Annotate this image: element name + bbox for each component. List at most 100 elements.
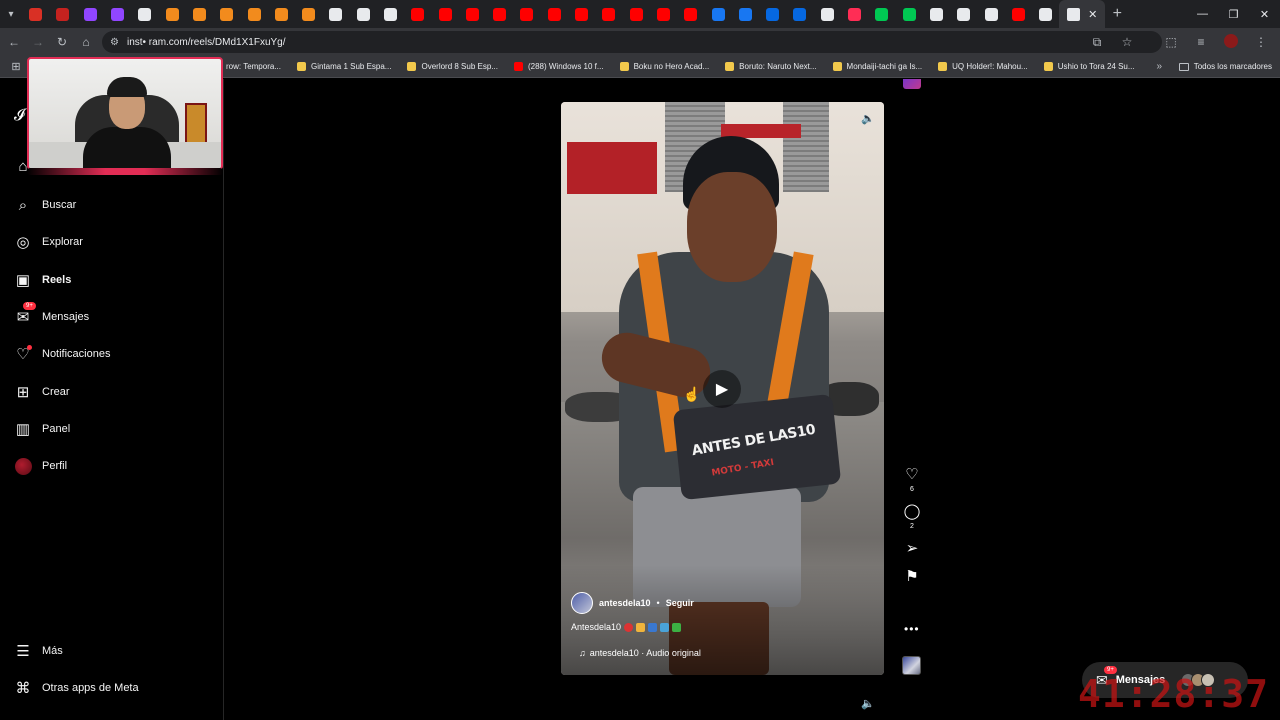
browser-tab[interactable] [896, 0, 923, 28]
browser-tab[interactable] [322, 0, 349, 28]
browser-tab[interactable] [486, 0, 513, 28]
forward-icon[interactable]: → [26, 28, 50, 56]
extensions-icon[interactable]: ⬚ [1158, 35, 1184, 49]
sidebar-item-reels[interactable]: ▣ Reels [14, 267, 71, 293]
browser-tab[interactable] [513, 0, 540, 28]
sidebar-item-meta-apps[interactable]: ⌘ Otras apps de Meta [14, 675, 139, 701]
bookmark-item[interactable]: Boku no Hero Acad... [612, 62, 718, 71]
browser-tab[interactable] [923, 0, 950, 28]
play-button[interactable]: ▶ [703, 370, 741, 408]
address-bar[interactable]: ⚙ inst• ram.com/reels/DMd1X1FxuYg/ [102, 31, 1162, 53]
like-button[interactable]: ♡ 6 [900, 466, 924, 493]
back-icon[interactable]: ← [2, 28, 26, 56]
share-button[interactable]: ➢ [900, 540, 924, 558]
site-info-icon[interactable]: ⚙ [110, 37, 119, 48]
sidebar-item-notificaciones[interactable]: ♡ Notificaciones [14, 341, 110, 367]
browser-tab[interactable] [1032, 0, 1059, 28]
tab-favicon-icon [138, 7, 152, 21]
instagram-logo-icon[interactable]: 𝓘 [14, 107, 25, 125]
browser-tab[interactable] [268, 0, 295, 28]
previous-reel-thumbnail[interactable] [903, 79, 921, 89]
tab-favicon-icon [984, 7, 998, 21]
music-note-icon: ♫ [579, 648, 586, 658]
avatar[interactable] [571, 592, 593, 614]
browser-tab[interactable] [240, 0, 267, 28]
tab-favicon-icon [848, 7, 862, 21]
minimize-icon[interactable]: — [1187, 0, 1218, 28]
browser-tab[interactable] [77, 0, 104, 28]
browser-tab[interactable] [104, 0, 131, 28]
audio-thumbnail[interactable] [902, 656, 921, 675]
browser-tab[interactable] [841, 0, 868, 28]
browser-tab[interactable] [623, 0, 650, 28]
browser-tab[interactable] [977, 0, 1004, 28]
bookmarks-overflow-icon[interactable]: » [1156, 61, 1162, 72]
browser-tab[interactable] [950, 0, 977, 28]
browser-tab[interactable] [377, 0, 404, 28]
browser-tab[interactable] [732, 0, 759, 28]
bookmark-item[interactable]: (288) Windows 10 f... [506, 62, 612, 71]
tab-favicon-icon [111, 7, 125, 21]
browser-tab[interactable] [431, 0, 458, 28]
sidebar-item-explorar[interactable]: ◎ Explorar [14, 229, 83, 255]
sidebar-item-crear[interactable]: ⊞ Crear [14, 379, 70, 405]
browser-tab[interactable] [595, 0, 622, 28]
bookmark-item[interactable]: Gintama 1 Sub Espa... [289, 62, 400, 71]
comment-button[interactable]: ◯ 2 [900, 503, 924, 530]
sidebar-item-buscar[interactable]: ⌕ Buscar [14, 192, 76, 218]
browser-tab[interactable] [759, 0, 786, 28]
kebab-menu-icon[interactable]: ⋮ [1248, 35, 1274, 49]
browser-tab[interactable] [295, 0, 322, 28]
reel-caption[interactable]: Antesdela10 [571, 622, 871, 632]
browser-tab[interactable] [22, 0, 49, 28]
sidebar-item-more[interactable]: ☰ Más [14, 638, 63, 664]
sidebar-item-mensajes[interactable]: ✉ 9+ Mensajes [14, 302, 89, 330]
browser-tab[interactable] [541, 0, 568, 28]
browser-tab[interactable] [459, 0, 486, 28]
bookmark-item[interactable]: UQ Holder!: Mahou... [930, 62, 1036, 71]
media-icon[interactable]: ≡ [1188, 35, 1214, 49]
close-tab-icon[interactable]: ✕ [1088, 8, 1097, 21]
profile-avatar[interactable] [1218, 33, 1244, 51]
browser-tab[interactable] [158, 0, 185, 28]
bookmark-item[interactable]: row: Tempora... [218, 62, 289, 71]
browser-tab[interactable] [1005, 0, 1032, 28]
tab-search-chevron-icon[interactable]: ▾ [0, 0, 22, 28]
tab-favicon-icon [329, 7, 343, 21]
reload-icon[interactable]: ↻ [50, 28, 74, 56]
browser-tab[interactable] [350, 0, 377, 28]
browser-tab[interactable] [131, 0, 158, 28]
audio-link[interactable]: ♫ antesdela10 · Audio original [579, 648, 871, 658]
browser-tab[interactable] [650, 0, 677, 28]
more-options-icon[interactable]: ••• [904, 622, 920, 636]
restore-icon[interactable]: ❐ [1218, 0, 1249, 28]
follow-button[interactable]: Seguir [666, 598, 694, 608]
cast-icon[interactable]: ⧉ [1084, 35, 1110, 50]
new-tab-button[interactable]: + [1105, 5, 1129, 23]
volume-icon[interactable]: 🔈 [860, 695, 876, 711]
browser-tab[interactable] [213, 0, 240, 28]
bookmark-star-icon[interactable]: ☆ [1114, 35, 1140, 49]
bookmark-item[interactable]: Overlord 8 Sub Esp... [399, 62, 505, 71]
bookmark-item[interactable]: Boruto: Naruto Next... [717, 62, 824, 71]
username-link[interactable]: antesdela10 [599, 598, 651, 608]
browser-tab[interactable] [404, 0, 431, 28]
save-button[interactable]: ⚑ [900, 568, 924, 586]
sidebar-item-panel[interactable]: ▥ Panel [14, 416, 70, 442]
browser-tab[interactable] [677, 0, 704, 28]
browser-tab[interactable] [186, 0, 213, 28]
browser-tab-active[interactable]: ✕ [1059, 0, 1106, 28]
bookmark-item[interactable]: Ushio to Tora 24 Su... [1036, 62, 1143, 71]
all-bookmarks-folder[interactable]: Todos los marcadores [1178, 62, 1272, 71]
volume-icon[interactable]: 🔈 [860, 110, 876, 126]
browser-tab[interactable] [568, 0, 595, 28]
home-icon[interactable]: ⌂ [74, 28, 98, 56]
browser-tab[interactable] [868, 0, 895, 28]
sidebar-item-perfil[interactable]: Perfil [14, 453, 67, 479]
browser-tab[interactable] [786, 0, 813, 28]
browser-tab[interactable] [49, 0, 76, 28]
browser-tab[interactable] [704, 0, 731, 28]
bookmark-item[interactable]: Mondaiji-tachi ga Is... [825, 62, 931, 71]
browser-tab[interactable] [814, 0, 841, 28]
close-window-icon[interactable]: ✕ [1249, 0, 1280, 28]
